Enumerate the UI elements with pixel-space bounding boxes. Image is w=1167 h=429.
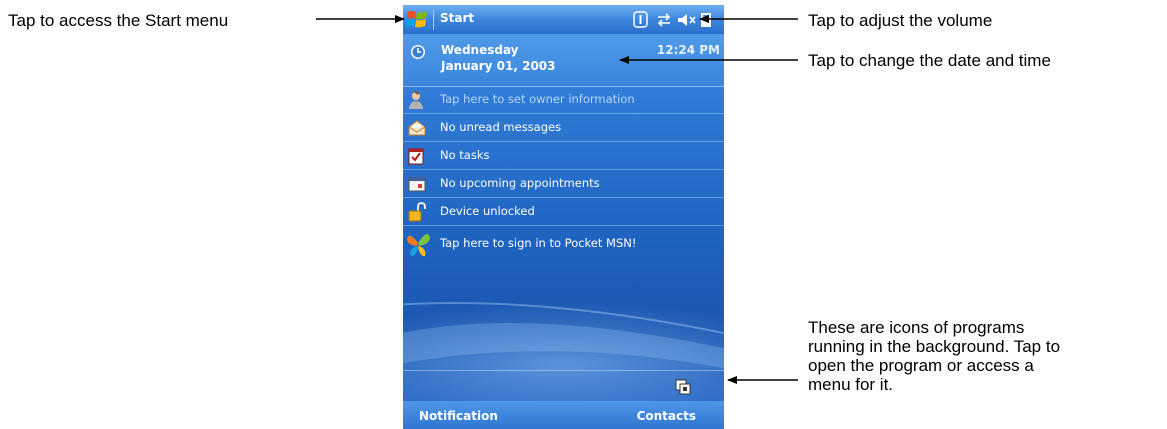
callout-arrows	[316, 15, 798, 384]
